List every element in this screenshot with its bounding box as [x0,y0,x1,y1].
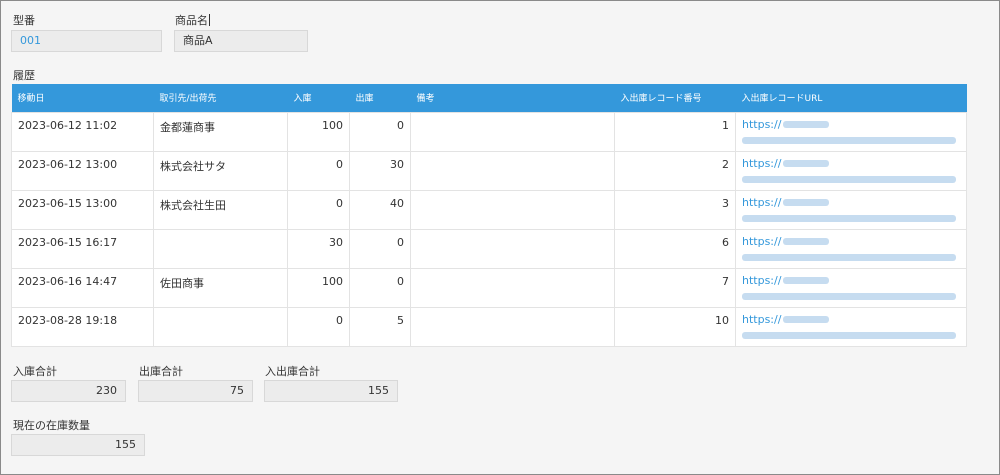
model-number-field[interactable]: 001 [11,30,162,52]
cell-note [410,189,615,230]
product-name-label: 商品名 [175,14,210,27]
record-url-blurred [742,176,956,183]
cell-partner: 株式会社サタ [153,150,288,191]
cell-date: 2023-06-15 13:00 [11,189,154,230]
record-detail-window: 型番 001 商品名 商品A 履歴 移動日 取引先/出荷先 入庫 出庫 備考 入… [0,0,1000,475]
cell-in: 100 [287,267,350,308]
table-row: 2023-06-15 16:17 30 0 6 https:// [11,228,967,269]
cell-record-url: https:// [735,228,967,269]
table-row: 2023-06-12 13:00 株式会社サタ 0 30 2 https:// [11,150,967,191]
cell-record-number: 6 [614,228,736,269]
total-in-field[interactable]: 230 [11,380,126,402]
record-url-blurred [742,293,956,300]
cell-date: 2023-06-12 11:02 [11,111,154,152]
cell-partner: 金都蓮商事 [153,111,288,152]
cell-in: 100 [287,111,350,152]
cell-date: 2023-06-12 13:00 [11,150,154,191]
cell-note [410,306,615,347]
total-out-label: 出庫合計 [139,365,183,378]
cell-date: 2023-06-15 16:17 [11,228,154,269]
column-header-out: 出庫 [349,84,411,112]
cell-in: 0 [287,306,350,347]
table-row: 2023-08-28 19:18 0 5 10 https:// [11,306,967,347]
text-cursor [209,14,210,26]
cell-in: 0 [287,189,350,230]
cell-date: 2023-06-16 14:47 [11,267,154,308]
cell-out: 0 [349,111,411,152]
cell-record-number: 1 [614,111,736,152]
record-url-link[interactable]: https:// [742,273,960,289]
cell-partner [153,306,288,347]
table-header-row: 移動日 取引先/出荷先 入庫 出庫 備考 入出庫レコード番号 入出庫レコードUR… [11,84,967,112]
total-net-field[interactable]: 155 [264,380,398,402]
column-header-partner: 取引先/出荷先 [153,84,288,112]
record-url-link[interactable]: https:// [742,156,960,172]
total-net-label: 入出庫合計 [265,365,320,378]
cell-record-url: https:// [735,150,967,191]
current-stock-field[interactable]: 155 [11,434,145,456]
cell-date: 2023-08-28 19:18 [11,306,154,347]
history-title: 履歴 [13,69,35,82]
cell-record-number: 7 [614,267,736,308]
column-header-in: 入庫 [287,84,350,112]
cell-record-url: https:// [735,111,967,152]
total-out-field[interactable]: 75 [138,380,253,402]
column-header-date: 移動日 [11,84,154,112]
cell-record-number: 3 [614,189,736,230]
cell-record-url: https:// [735,267,967,308]
cell-out: 30 [349,150,411,191]
column-header-note: 備考 [410,84,615,112]
model-number-label: 型番 [13,14,35,27]
cell-in: 30 [287,228,350,269]
table-row: 2023-06-16 14:47 佐田商事 100 0 7 https:// [11,267,967,308]
cell-partner: 株式会社生田 [153,189,288,230]
cell-out: 0 [349,228,411,269]
record-url-link[interactable]: https:// [742,312,960,328]
current-stock-label: 現在の在庫数量 [13,419,90,432]
cell-record-number: 2 [614,150,736,191]
column-header-record-number: 入出庫レコード番号 [614,84,736,112]
table-row: 2023-06-15 13:00 株式会社生田 0 40 3 https:// [11,189,967,230]
cell-note [410,111,615,152]
column-header-record-url: 入出庫レコードURL [735,84,967,112]
cell-record-url: https:// [735,189,967,230]
cell-out: 5 [349,306,411,347]
cell-partner [153,228,288,269]
record-url-blurred [742,332,956,339]
record-url-link[interactable]: https:// [742,195,960,211]
cell-out: 0 [349,267,411,308]
cell-partner: 佐田商事 [153,267,288,308]
cell-note [410,267,615,308]
record-url-blurred [742,215,956,222]
cell-note [410,228,615,269]
record-url-blurred [742,254,956,261]
cell-note [410,150,615,191]
total-in-label: 入庫合計 [13,365,57,378]
table-row: 2023-06-12 11:02 金都蓮商事 100 0 1 https:// [11,111,967,152]
history-table: 移動日 取引先/出荷先 入庫 出庫 備考 入出庫レコード番号 入出庫レコードUR… [11,84,967,347]
record-url-link[interactable]: https:// [742,234,960,250]
record-url-link[interactable]: https:// [742,117,960,133]
cell-out: 40 [349,189,411,230]
cell-in: 0 [287,150,350,191]
record-url-blurred [742,137,956,144]
cell-record-number: 10 [614,306,736,347]
product-name-field[interactable]: 商品A [174,30,308,52]
cell-record-url: https:// [735,306,967,347]
